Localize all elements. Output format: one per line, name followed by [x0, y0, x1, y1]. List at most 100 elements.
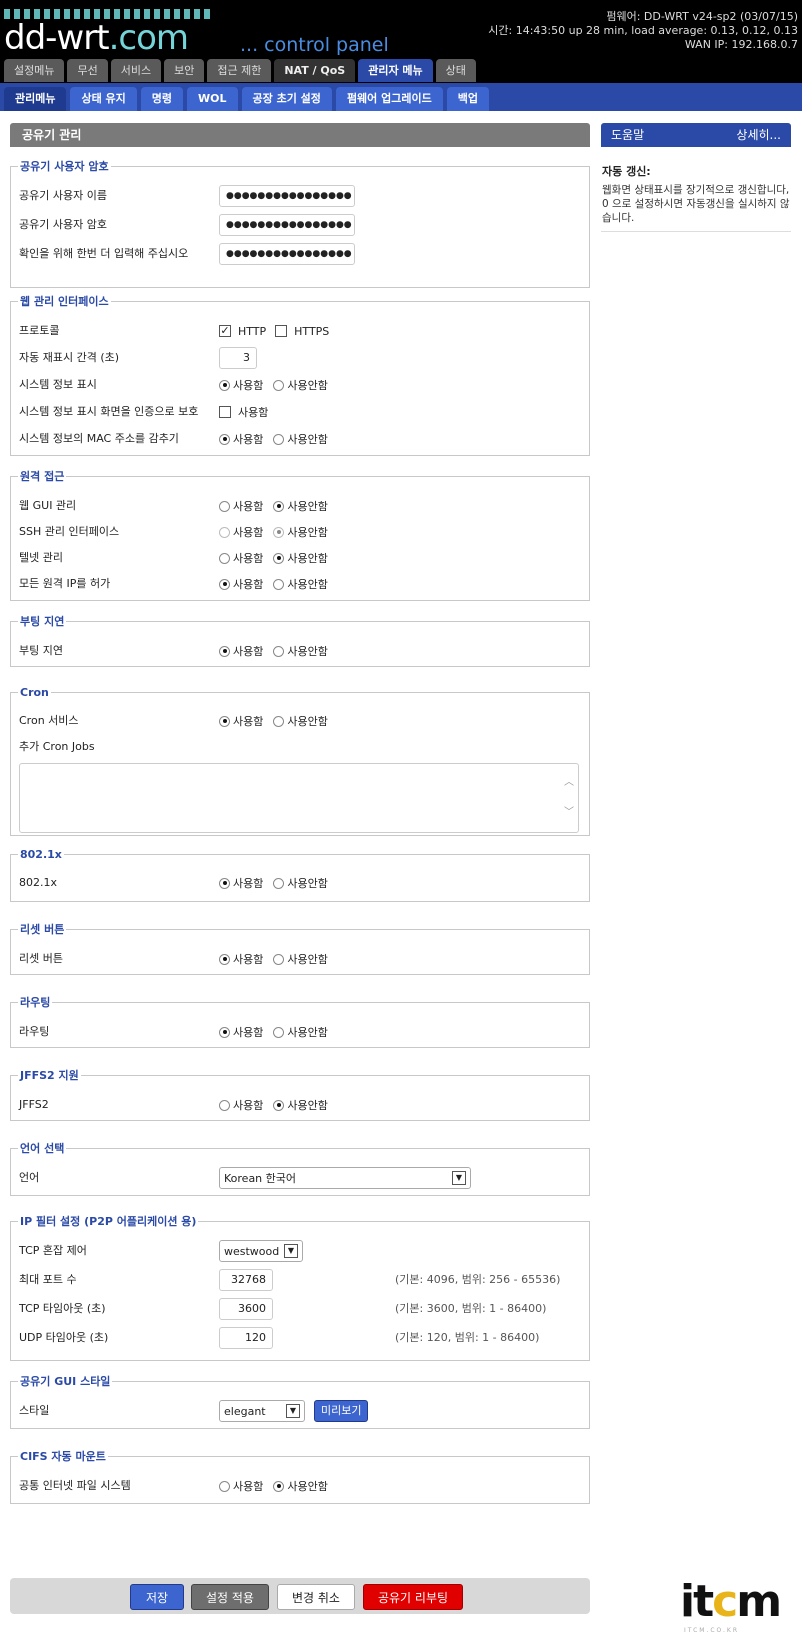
reboot-router-button[interactable]: 공유기 리부팅: [363, 1584, 463, 1610]
checkbox-label: 사용함: [238, 406, 269, 419]
chevron-down-icon: ▼: [284, 1244, 298, 1258]
section-legend: 원격 접근: [20, 470, 65, 483]
confirm-password-input[interactable]: ●●●●●●●●●●●●●●●●: [219, 243, 355, 265]
section-legend: 언어 선택: [20, 1142, 65, 1155]
section-legend: 부팅 지연: [20, 615, 65, 628]
radio-label: 사용안함: [287, 1480, 328, 1493]
subtab-factory-defaults[interactable]: 공장 초기 설정: [241, 87, 332, 111]
subtab-management[interactable]: 관리메뉴: [4, 87, 67, 111]
protect-checkbox[interactable]: [219, 406, 231, 418]
radio-label: 사용안함: [287, 379, 328, 392]
textarea-scrollbar[interactable]: ︿ ﹀: [562, 768, 576, 828]
refresh-input[interactable]: 3: [219, 347, 257, 369]
routing-label: 라우팅: [19, 1025, 50, 1038]
tab-status[interactable]: 상태: [435, 59, 476, 82]
http-checkbox[interactable]: ✓: [219, 325, 231, 337]
radio-label: 사용함: [233, 1099, 264, 1112]
button-bar: 저장 설정 적용 변경 취소 공유기 리부팅: [10, 1578, 590, 1614]
save-button[interactable]: 저장: [130, 1584, 184, 1610]
subtab-keep-alive[interactable]: 상태 유지: [70, 87, 137, 111]
https-checkbox[interactable]: [275, 325, 288, 337]
watermark-subtext: ITCM.CO.KR: [684, 1627, 740, 1634]
web-access-section: 웹 관리 인터페이스 프로토콜 ✓ HTTP HTTPS 자동 재표시 간격 (초…: [10, 293, 590, 456]
cifs-disable-radio[interactable]: [273, 1480, 285, 1492]
preview-button[interactable]: 미리보기: [314, 1400, 369, 1422]
wan-ip: WAN IP: 192.168.0.7: [684, 38, 798, 51]
tab-services[interactable]: 서비스: [110, 59, 162, 82]
boot-wait-disable-radio[interactable]: [273, 645, 285, 657]
dot1x-enable-radio[interactable]: [219, 877, 230, 889]
chevron-down-icon: ▼: [286, 1404, 300, 1418]
help-item-title: 자동 갱신:: [602, 165, 651, 178]
section-legend: IP 필터 설정 (P2P 어플리케이션 용): [20, 1215, 197, 1228]
tcp-timeout-input[interactable]: 3600: [219, 1298, 273, 1320]
cron-disable-radio[interactable]: [273, 715, 285, 727]
password-input[interactable]: ●●●●●●●●●●●●●●●●: [219, 214, 355, 236]
subtab-wol[interactable]: WOL: [187, 87, 238, 111]
tab-security[interactable]: 보안: [164, 59, 205, 82]
help-header: 도움말 상세히...: [601, 123, 791, 147]
sysinfo-enable-radio[interactable]: [219, 379, 230, 391]
tagline: ... control panel: [240, 34, 389, 56]
telnet-disable-radio[interactable]: [273, 552, 285, 564]
udp-timeout-input[interactable]: 120: [219, 1327, 273, 1349]
logo: dd-wrt.com: [4, 18, 189, 58]
max-ports-input[interactable]: 32768: [219, 1269, 273, 1291]
username-input[interactable]: ●●●●●●●●●●●●●●●●: [219, 185, 355, 207]
mac-enable-radio[interactable]: [219, 433, 230, 445]
tab-nat-qos[interactable]: NAT / QoS: [274, 59, 356, 82]
subtab-backup[interactable]: 백업: [446, 87, 489, 111]
language-select[interactable]: Korean 한국어 ▼: [219, 1167, 471, 1189]
username-label: 공유기 사용자 이름: [19, 189, 107, 202]
reset-disable-radio[interactable]: [273, 953, 285, 965]
ip-filter-section: IP 필터 설정 (P2P 어플리케이션 용) TCP 혼잡 제어 westwo…: [10, 1213, 590, 1361]
confirm-label: 확인을 위해 한번 더 입력해 주십시오: [19, 247, 189, 260]
sysinfo-label: 시스템 정보 표시: [19, 378, 97, 391]
webgui-disable-radio[interactable]: [273, 500, 285, 512]
tcp-timeout-hint: (기본: 3600, 범위: 1 - 86400): [395, 1302, 547, 1315]
cron-service-label: Cron 서비스: [19, 714, 79, 727]
remote-access-section: 원격 접근 웹 GUI 관리 사용함 사용안함 SSH 관리 인터페이스 사용함…: [10, 468, 590, 601]
dot1x-disable-radio[interactable]: [273, 877, 285, 889]
tcp-cc-select[interactable]: westwood ▼: [219, 1240, 303, 1262]
allip-enable-radio[interactable]: [219, 578, 230, 590]
allip-disable-radio[interactable]: [273, 578, 285, 590]
telnet-enable-radio[interactable]: [219, 552, 230, 564]
mac-disable-radio[interactable]: [273, 433, 285, 445]
cron-jobs-textarea[interactable]: ︿ ﹀: [19, 763, 579, 833]
radio-label: 사용안함: [287, 552, 328, 565]
dot1x-section: 802.1x 802.1x 사용함 사용안함: [10, 848, 590, 902]
tab-wireless[interactable]: 무선: [67, 59, 108, 82]
tab-setup[interactable]: 설정메뉴: [4, 59, 65, 82]
routing-enable-radio[interactable]: [219, 1026, 230, 1038]
language-section: 언어 선택 언어 Korean 한국어 ▼: [10, 1140, 590, 1196]
webgui-enable-radio[interactable]: [219, 500, 230, 512]
boot-wait-enable-radio[interactable]: [219, 645, 230, 657]
tab-access-restrictions[interactable]: 접근 제한: [207, 59, 272, 82]
chevron-down-icon: ▼: [452, 1171, 466, 1185]
cifs-label: 공통 인터넷 파일 시스템: [19, 1479, 131, 1492]
style-select[interactable]: elegant ▼: [219, 1400, 305, 1422]
sysinfo-disable-radio[interactable]: [273, 379, 285, 391]
ssh-disable-radio[interactable]: [273, 526, 285, 538]
section-legend: 라우팅: [20, 996, 51, 1009]
subtab-firmware-upgrade[interactable]: 펌웨어 업그레이드: [335, 87, 443, 111]
cron-enable-radio[interactable]: [219, 715, 230, 727]
tab-administration[interactable]: 관리자 메뉴: [358, 59, 433, 82]
section-legend: 802.1x: [20, 848, 62, 861]
max-ports-label: 최대 포트 수: [19, 1273, 77, 1286]
subtab-commands[interactable]: 명령: [140, 87, 184, 111]
cancel-changes-button[interactable]: 변경 취소: [277, 1584, 355, 1610]
ssh-enable-radio[interactable]: [219, 526, 230, 538]
reset-enable-radio[interactable]: [219, 953, 230, 965]
status-info: 펌웨어: DD-WRT v24-sp2 (03/07/15) 시간: 14:43…: [488, 10, 798, 52]
radio-label: 사용안함: [287, 953, 328, 966]
cron-section: Cron Cron 서비스 사용함 사용안함 추가 Cron Jobs ︿ ﹀: [10, 686, 590, 836]
jffs2-enable-radio[interactable]: [219, 1099, 230, 1111]
jffs2-disable-radio[interactable]: [273, 1099, 285, 1111]
cifs-enable-radio[interactable]: [219, 1480, 230, 1492]
routing-disable-radio[interactable]: [273, 1026, 285, 1038]
apply-settings-button[interactable]: 설정 적용: [191, 1584, 269, 1610]
style-value: elegant: [224, 1404, 266, 1418]
help-more-link[interactable]: 상세히...: [736, 123, 781, 147]
